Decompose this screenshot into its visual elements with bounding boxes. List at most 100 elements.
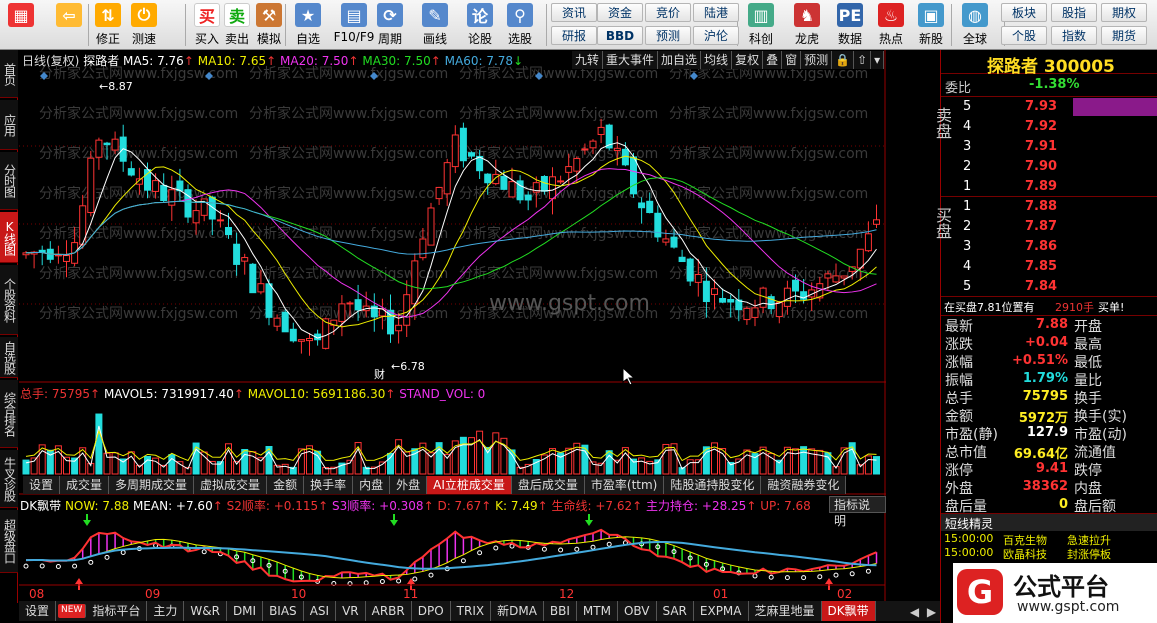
left-tab-4[interactable]: 个股资料	[0, 265, 18, 335]
page-up-icon[interactable]: ⇧	[854, 51, 872, 69]
kline-menu-item[interactable]: 预测	[801, 51, 833, 69]
volume-tab[interactable]: 设置	[23, 476, 61, 494]
finance-marker[interactable]: 财	[374, 367, 385, 381]
kline-menu-item[interactable]: 窗	[782, 51, 802, 69]
bottom-tab[interactable]: DMI	[227, 601, 264, 621]
left-tab-6[interactable]: 综合排名	[0, 380, 18, 448]
tab-scroll-buttons[interactable]: ◀ ▶	[906, 603, 940, 621]
scroll-right-icon[interactable]: ▶	[927, 605, 936, 619]
bottom-tab[interactable]: TRIX	[451, 601, 492, 621]
bottom-tab[interactable]: 设置	[19, 601, 57, 621]
volume-tab[interactable]: 金额	[267, 476, 305, 494]
left-tab-8[interactable]: 超级盘口	[0, 510, 18, 573]
kline-chart-svg[interactable]: 分析家公式网www.fxjgsw.com 分析家公式网www.fxjgsw.com…	[19, 50, 886, 603]
speedometer-button[interactable]: ⏻ 测速	[127, 3, 161, 47]
kline-menu-item[interactable]: 九转	[572, 51, 604, 69]
indicator-help-button[interactable]: 指标说明	[829, 496, 886, 528]
left-tab-7[interactable]: 牛叉诊股	[0, 450, 18, 508]
elf-title[interactable]: 短线精灵	[945, 515, 993, 532]
volume-tab[interactable]: 虚拟成交量	[194, 476, 268, 494]
discuss-button[interactable]: 论论股	[463, 3, 497, 47]
globe-button[interactable]: ◍ 全球	[958, 3, 992, 47]
arrow-updown-button[interactable]: ⇅ 修正	[91, 3, 125, 47]
period-button[interactable]: ⟳ 周期	[373, 3, 407, 47]
f10-button[interactable]: ▤ F10/F9	[332, 3, 376, 47]
volume-tab[interactable]: 成交量	[60, 476, 110, 494]
menu-button[interactable]: 预测	[645, 26, 691, 45]
bottom-tab[interactable]: W&R	[184, 601, 227, 621]
menu-button[interactable]: 板块	[1001, 3, 1047, 22]
bottom-tab[interactable]: BBI	[544, 601, 577, 621]
elf-item[interactable]: 15:00:00 百克生物 急速拉升	[941, 532, 1157, 547]
dragon-button[interactable]: ♞ 龙虎	[790, 3, 824, 47]
left-tab-5[interactable]: 自选股	[0, 337, 18, 378]
buy-button[interactable]: 买买入	[190, 3, 224, 47]
star-button[interactable]: ★ 自选	[291, 3, 325, 47]
bottom-tab[interactable]: 新DMA	[491, 601, 544, 621]
left-tab-1[interactable]: 应用	[0, 100, 18, 150]
period-label[interactable]: 日线(复权)	[22, 54, 79, 68]
volume-tab[interactable]: 盘后成交量	[512, 476, 585, 494]
bottom-tab[interactable]: VR	[336, 601, 366, 621]
menu-button[interactable]: 资金	[597, 3, 643, 22]
menu-button[interactable]: 陆港	[693, 3, 739, 22]
select-button[interactable]: ⚲ 选股	[503, 3, 537, 47]
new-stock-button[interactable]: ▣ 新股	[914, 3, 948, 47]
pencil-button[interactable]: ✎ 画线	[418, 3, 452, 47]
hot-button[interactable]: ♨ 热点	[874, 3, 908, 47]
chart-button[interactable]: ▥ 科创	[744, 3, 778, 47]
pe-button[interactable]: PE 数据	[833, 3, 867, 47]
kline-menu-item[interactable]: 重大事件	[603, 51, 659, 69]
bottom-tab[interactable]: BIAS	[263, 601, 304, 621]
bottom-tab[interactable]: ARBR	[366, 601, 412, 621]
windows-logo-button[interactable]: ▦	[4, 3, 38, 47]
bottom-tab[interactable]: 主力	[147, 601, 185, 621]
left-tab-3[interactable]: K线图	[0, 212, 18, 263]
kline-menu-item[interactable]: 复权	[732, 51, 764, 69]
bottom-tab[interactable]: 芝麻里地量	[749, 601, 822, 621]
bottom-tab[interactable]: OBV	[618, 601, 657, 621]
menu-button[interactable]: 沪伦	[693, 26, 739, 45]
bottom-tab[interactable]: EXPMA	[694, 601, 749, 621]
hammer-button[interactable]: ⚒ 模拟	[252, 3, 286, 47]
elf-item[interactable]: 15:00:00 欧晶科技 封涨停板	[941, 546, 1157, 561]
volume-tab[interactable]: 陆股通持股变化	[664, 476, 762, 494]
indicator-name[interactable]: DK飘带	[20, 499, 61, 513]
bottom-tab[interactable]: MTM	[577, 601, 618, 621]
volume-tab[interactable]: 换手率	[304, 476, 354, 494]
volume-tab[interactable]: 市盈率(ttm)	[585, 476, 665, 494]
kline-menu-item[interactable]: 加自选	[658, 51, 702, 69]
back-arrow-button[interactable]: ⇦	[52, 3, 86, 47]
bottom-tab[interactable]: SAR	[657, 601, 694, 621]
volume-tab[interactable]: AI立桩成交量	[427, 476, 512, 494]
menu-button[interactable]: 指数	[1051, 26, 1097, 45]
elf-list: 15:00:00 百克生物 急速拉升 15:00:00 欧晶科技 封涨停板	[941, 532, 1157, 561]
menu-button[interactable]: 期权	[1101, 3, 1147, 22]
menu-button[interactable]: 股指	[1051, 3, 1097, 22]
volume-tab[interactable]: 内盘	[353, 476, 391, 494]
bottom-tab[interactable]: DPO	[412, 601, 451, 621]
volume-tab[interactable]: 融资融券变化	[761, 476, 847, 494]
menu-button[interactable]: 竞价	[645, 3, 691, 22]
left-tab-2[interactable]: 分时图	[0, 152, 18, 210]
volume-tab[interactable]: 多周期成交量	[109, 476, 195, 494]
chart-area[interactable]: 分析家公式网www.fxjgsw.com 分析家公式网www.fxjgsw.com…	[19, 50, 886, 603]
candle-body	[168, 189, 176, 206]
lock-icon[interactable]: 🔒	[832, 51, 855, 69]
menu-button[interactable]: 资讯	[551, 3, 597, 22]
bottom-tab[interactable]: DK飘带	[821, 601, 876, 621]
kline-menu-item[interactable]: 均线	[701, 51, 733, 69]
scroll-left-icon[interactable]: ◀	[910, 605, 919, 619]
sell-button[interactable]: 卖卖出	[220, 3, 254, 47]
menu-button[interactable]: 期货	[1101, 26, 1147, 45]
menu-button[interactable]: 研报	[551, 26, 597, 45]
volume-tab[interactable]: 外盘	[390, 476, 428, 494]
menu-button[interactable]: 个股	[1001, 26, 1047, 45]
left-tab-0[interactable]: 首页	[0, 50, 18, 98]
stock-title: 探路者 300005	[987, 57, 1115, 77]
dropdown-icon[interactable]: ▾	[871, 51, 885, 69]
menu-button[interactable]: BBD	[597, 26, 643, 45]
bottom-tab[interactable]: 指标平台	[86, 601, 148, 621]
kline-menu-item[interactable]: 叠	[763, 51, 783, 69]
bottom-tab[interactable]: ASI	[304, 601, 337, 621]
